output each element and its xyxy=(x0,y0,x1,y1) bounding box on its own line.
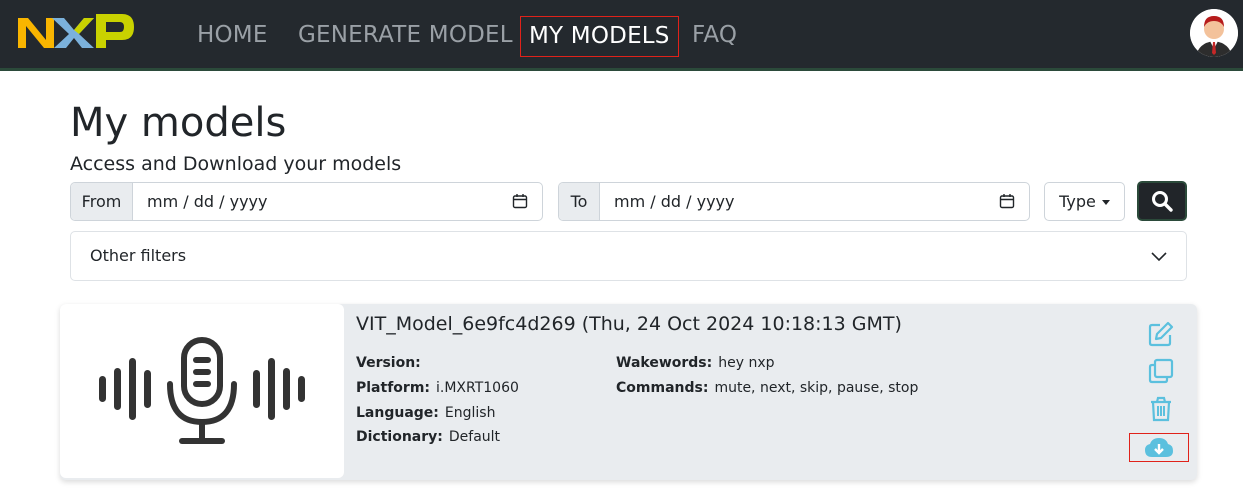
model-title: VIT_Model_6e9fc4d269 (Thu, 24 Oct 2024 1… xyxy=(356,313,902,335)
caret-down-icon xyxy=(1101,200,1110,205)
type-dropdown-label: Type xyxy=(1059,192,1096,211)
version-row: Version: xyxy=(356,354,427,372)
model-thumbnail xyxy=(60,304,344,478)
microphone-waveform-icon xyxy=(99,337,305,444)
search-button[interactable] xyxy=(1137,181,1187,221)
dictionary-row: Dictionary: Default xyxy=(356,428,500,446)
nav-home-link[interactable]: HOME xyxy=(197,18,268,52)
user-avatar[interactable] xyxy=(1190,9,1238,57)
delete-button[interactable] xyxy=(1146,394,1176,424)
nav-my-models-link[interactable]: MY MODELS xyxy=(520,16,679,57)
model-card: VIT_Model_6e9fc4d269 (Thu, 24 Oct 2024 1… xyxy=(60,304,1197,480)
edit-icon xyxy=(1148,321,1174,347)
search-icon xyxy=(1152,191,1173,212)
navbar: HOME GENERATE MODEL MY MODELS FAQ xyxy=(0,0,1243,71)
trash-icon xyxy=(1151,396,1171,422)
calendar-icon[interactable] xyxy=(512,193,528,209)
edit-button[interactable] xyxy=(1146,319,1176,349)
to-date-input[interactable]: mm / dd / yyyy xyxy=(600,183,1029,220)
from-date-input[interactable]: mm / dd / yyyy xyxy=(133,183,542,220)
from-date-group: From mm / dd / yyyy xyxy=(70,182,543,221)
page-title: My models xyxy=(70,100,287,146)
commands-row: Commands: mute, next, skip, pause, stop xyxy=(616,379,918,397)
wakewords-value: hey nxp xyxy=(718,355,775,371)
wakewords-label: Wakewords: xyxy=(616,355,713,371)
nxp-logo[interactable] xyxy=(18,10,136,52)
dictionary-label: Dictionary: xyxy=(356,429,443,445)
copy-icon xyxy=(1148,358,1174,384)
commands-label: Commands: xyxy=(616,380,709,396)
language-row: Language: English xyxy=(356,404,495,422)
page-subtitle: Access and Download your models xyxy=(70,153,402,175)
to-date-group: To mm / dd / yyyy xyxy=(558,182,1030,221)
other-filters-accordion[interactable]: Other filters xyxy=(70,231,1187,281)
type-dropdown[interactable]: Type xyxy=(1044,182,1125,221)
to-date-placeholder: mm / dd / yyyy xyxy=(614,192,735,211)
language-value: English xyxy=(444,405,496,421)
platform-label: Platform: xyxy=(356,380,430,396)
language-label: Language: xyxy=(356,405,439,421)
copy-button[interactable] xyxy=(1146,356,1176,386)
version-label: Version: xyxy=(356,355,421,371)
calendar-icon[interactable] xyxy=(999,193,1015,209)
from-date-placeholder: mm / dd / yyyy xyxy=(147,192,268,211)
dictionary-value: Default xyxy=(448,429,501,445)
nav-generate-model-link[interactable]: GENERATE MODEL xyxy=(298,18,513,52)
download-button[interactable] xyxy=(1129,433,1189,462)
other-filters-label: Other filters xyxy=(90,246,187,265)
to-label: To xyxy=(559,183,600,220)
platform-value: i.MXRT1060 xyxy=(436,380,519,396)
platform-row: Platform: i.MXRT1060 xyxy=(356,379,519,397)
from-label: From xyxy=(71,183,133,220)
chevron-down-icon xyxy=(1150,248,1168,266)
cloud-download-icon xyxy=(1145,437,1173,457)
wakewords-row: Wakewords: hey nxp xyxy=(616,354,775,372)
nav-faq-link[interactable]: FAQ xyxy=(692,18,737,52)
commands-value: mute, next, skip, pause, stop xyxy=(714,380,919,396)
